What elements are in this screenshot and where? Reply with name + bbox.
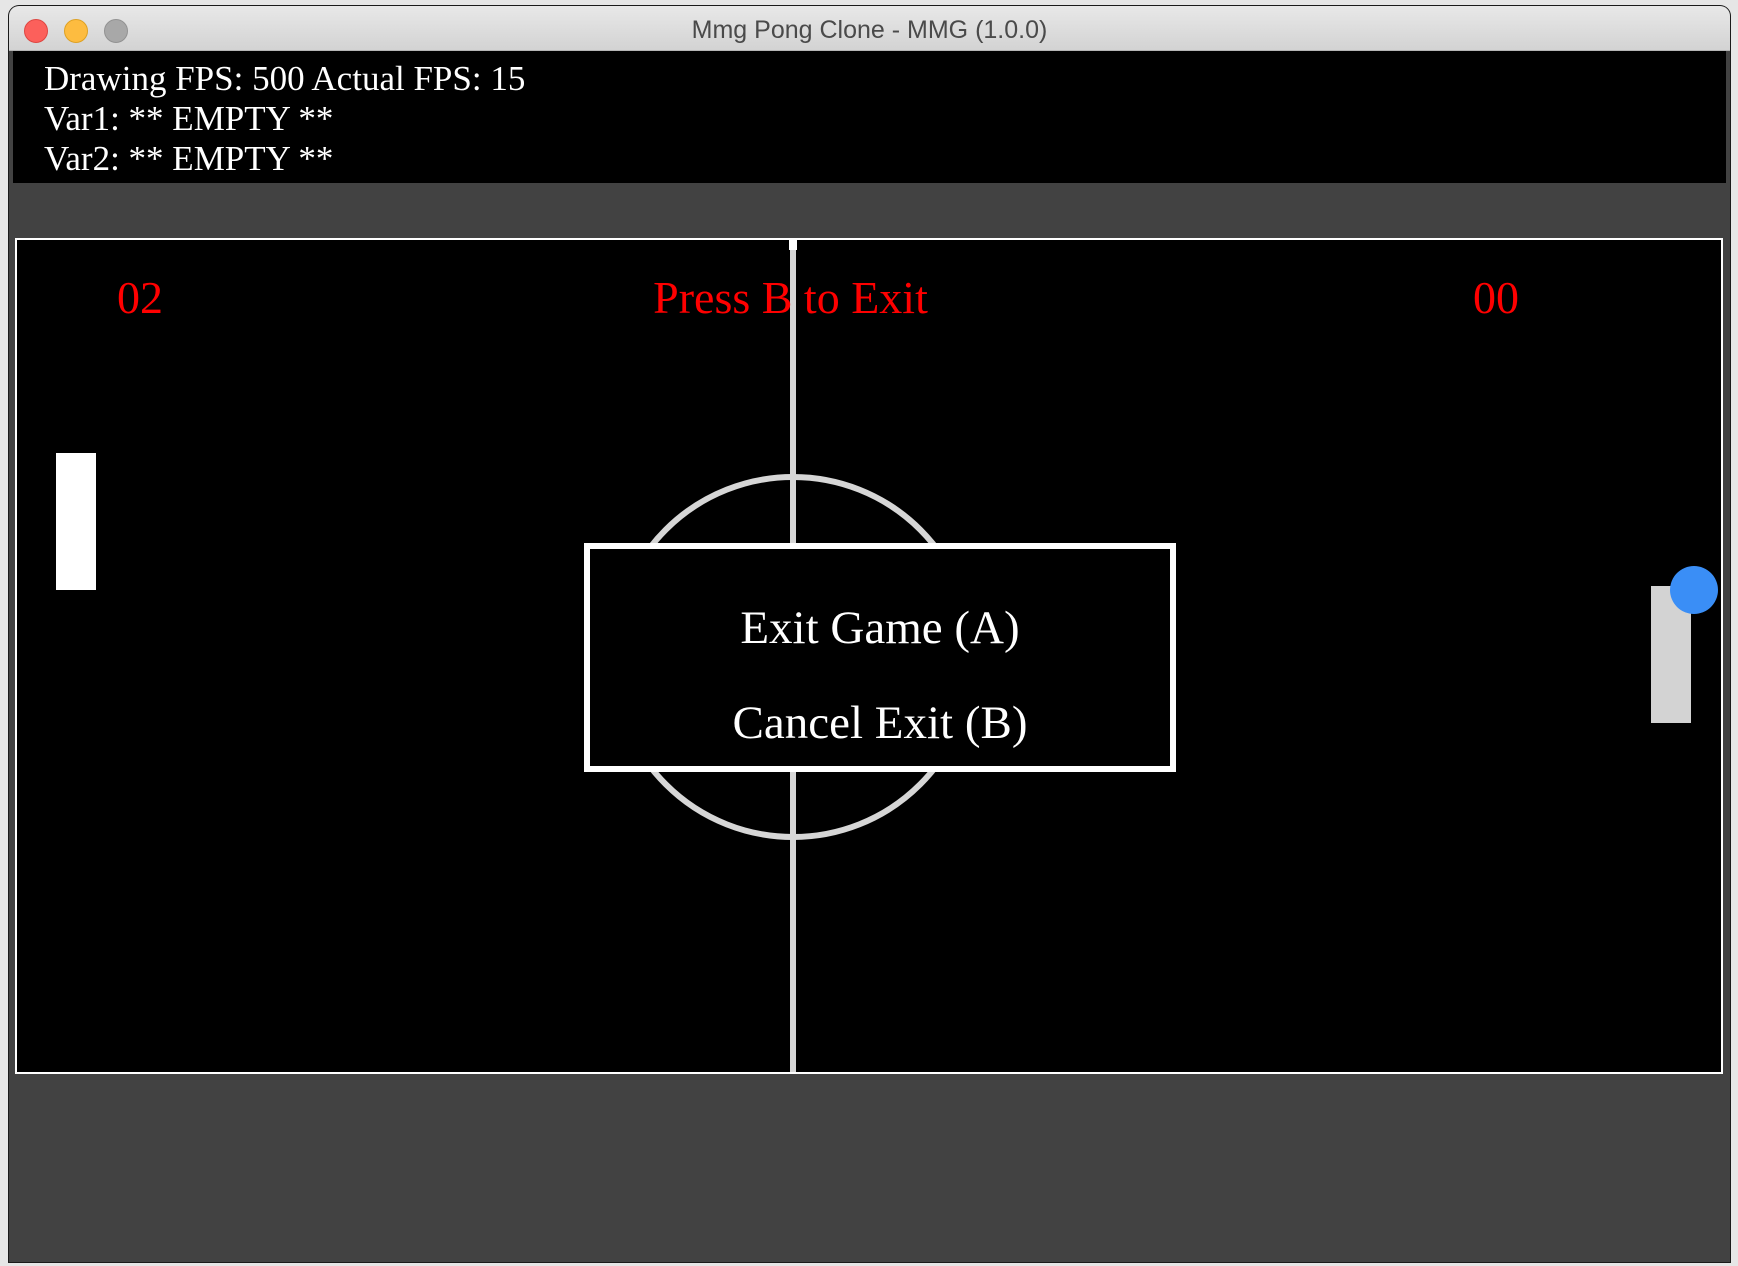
ball [1670, 566, 1718, 614]
var1-readout: Var1: ** EMPTY ** [44, 99, 334, 138]
game-court: 02 Press B to Exit 00 Exit Game (A) Canc… [15, 238, 1723, 1074]
right-score: 00 [1473, 272, 1519, 323]
center-mark [789, 240, 797, 250]
title-bar[interactable]: Mmg Pong Clone - MMG (1.0.0) [9, 6, 1730, 51]
exit-hint: Press B to Exit [653, 272, 928, 323]
game-window: Mmg Pong Clone - MMG (1.0.0) Drawing FPS… [9, 6, 1730, 1262]
debug-overlay: Drawing FPS: 500 Actual FPS: 15 Var1: **… [13, 51, 1726, 183]
left-paddle [56, 453, 96, 590]
window-title: Mmg Pong Clone - MMG (1.0.0) [691, 16, 1048, 44]
fps-readout: Drawing FPS: 500 Actual FPS: 15 [44, 59, 526, 98]
exit-dialog: Exit Game (A) Cancel Exit (B) [584, 543, 1176, 772]
var2-readout: Var2: ** EMPTY ** [44, 139, 334, 178]
cancel-exit-option[interactable]: Cancel Exit (B) [590, 696, 1170, 750]
exit-game-option[interactable]: Exit Game (A) [590, 601, 1170, 655]
